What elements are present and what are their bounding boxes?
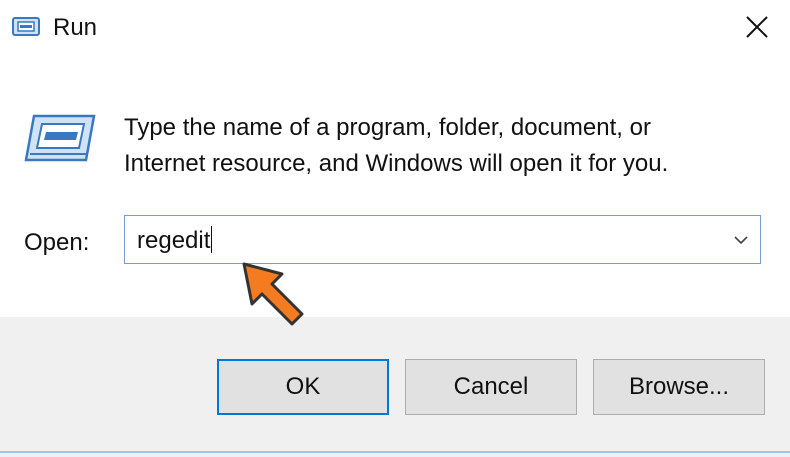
run-large-icon	[24, 108, 100, 168]
close-icon	[746, 16, 768, 38]
footer-border	[0, 451, 790, 453]
open-combobox[interactable]: regedit	[124, 215, 761, 264]
combo-dropdown-button[interactable]	[732, 232, 750, 248]
ok-button[interactable]: OK	[217, 359, 389, 415]
open-input[interactable]: regedit	[137, 226, 213, 255]
open-label: Open:	[24, 229, 90, 256]
chevron-down-icon	[734, 236, 748, 245]
close-button[interactable]	[724, 0, 790, 54]
title-bar: Run	[0, 0, 790, 54]
description-line-2: Internet resource, and Windows will open…	[124, 150, 669, 177]
description-line-1: Type the name of a program, folder, docu…	[124, 114, 651, 141]
text-caret	[211, 226, 213, 253]
cancel-button[interactable]: Cancel	[405, 359, 577, 415]
browse-button[interactable]: Browse...	[593, 359, 765, 415]
window-title: Run	[53, 14, 98, 41]
run-icon	[12, 15, 44, 39]
open-input-value: regedit	[137, 227, 211, 254]
run-description: Type the name of a program, folder, docu…	[124, 110, 744, 182]
arrow-pointer-icon	[236, 254, 316, 334]
dialog-content	[0, 54, 790, 317]
